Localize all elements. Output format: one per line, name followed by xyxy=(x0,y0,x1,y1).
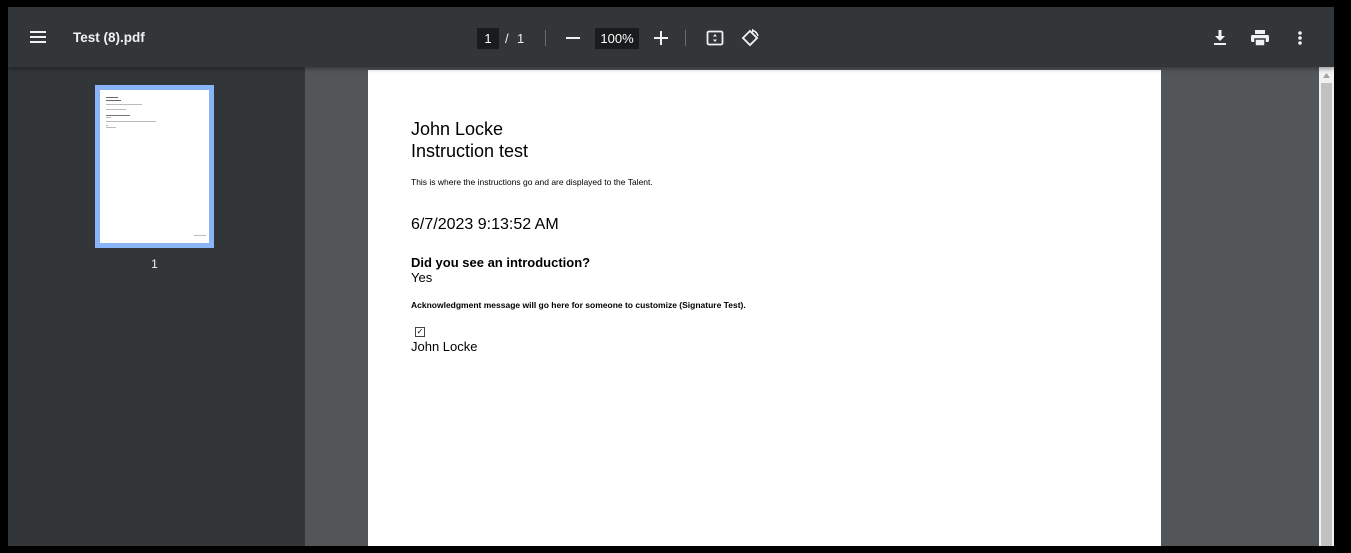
fit-to-page-button[interactable] xyxy=(703,26,727,50)
zoom-in-button[interactable] xyxy=(650,27,672,49)
rotate-button[interactable] xyxy=(737,25,763,51)
answer-text: Yes xyxy=(411,270,433,285)
scrollbar-thumb[interactable] xyxy=(1321,83,1332,546)
fit-to-page-icon xyxy=(706,30,724,46)
pdf-page: John Locke Instruction test This is wher… xyxy=(368,70,1161,546)
zoom-level-input[interactable]: 100% xyxy=(595,28,639,49)
pdf-viewer-window: Test (8).pdf 1 / 1 100% 1 John Locke Ins… xyxy=(8,7,1334,546)
zoom-out-button[interactable] xyxy=(562,27,584,49)
scroll-up-arrow-icon[interactable] xyxy=(1319,69,1334,81)
document-name: John Locke xyxy=(411,119,504,139)
acknowledgment-checkbox: ✓ xyxy=(415,327,425,337)
print-button[interactable] xyxy=(1248,26,1272,50)
instructions-text: This is where the instructions go and ar… xyxy=(411,177,653,187)
page-thumbnail[interactable] xyxy=(95,85,214,248)
page-separator: / xyxy=(505,31,509,46)
document-title: Test (8).pdf xyxy=(73,30,145,45)
submission-datetime: 6/7/2023 9:13:52 AM xyxy=(411,216,559,233)
download-icon xyxy=(1214,30,1226,45)
hamburger-menu-icon[interactable] xyxy=(30,28,46,46)
more-vertical-icon xyxy=(1298,31,1302,45)
acknowledgment-text: Acknowledgment message will go here for … xyxy=(411,300,746,310)
vertical-scrollbar[interactable] xyxy=(1319,67,1334,546)
signature-name: John Locke xyxy=(411,339,478,354)
plus-icon xyxy=(654,31,668,45)
page-number-input[interactable]: 1 xyxy=(477,28,499,49)
toolbar-divider xyxy=(545,30,546,46)
thumbnail-sidebar: 1 xyxy=(8,67,305,546)
pdf-toolbar: Test (8).pdf 1 / 1 100% xyxy=(8,7,1334,67)
document-viewer: John Locke Instruction test This is wher… xyxy=(305,67,1319,546)
more-options-button[interactable] xyxy=(1290,26,1310,50)
minus-icon xyxy=(566,37,580,39)
printer-icon xyxy=(1251,30,1269,46)
thumbnail-page-number: 1 xyxy=(151,257,158,271)
document-heading: Instruction test xyxy=(411,141,529,161)
rotate-counterclockwise-icon xyxy=(741,28,759,47)
thumbnail-preview xyxy=(100,90,209,243)
download-button[interactable] xyxy=(1208,26,1232,50)
page-total: 1 xyxy=(517,31,525,46)
question-text: Did you see an introduction? xyxy=(411,255,591,270)
toolbar-divider xyxy=(685,30,686,46)
